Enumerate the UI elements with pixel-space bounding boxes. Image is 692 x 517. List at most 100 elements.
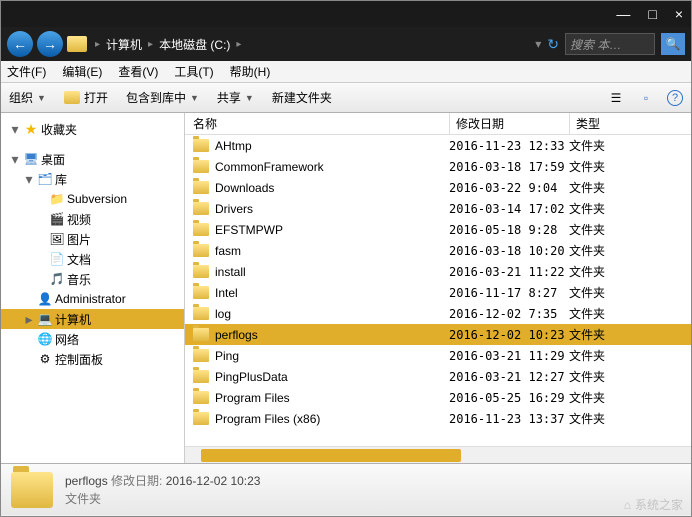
- file-row[interactable]: Ping2016-03-21 11:29文件夹: [185, 345, 691, 366]
- chevron-right-icon: ▸: [95, 39, 100, 50]
- file-row[interactable]: Program Files (x86)2016-11-23 13:37文件夹: [185, 408, 691, 429]
- file-row[interactable]: install2016-03-21 11:22文件夹: [185, 261, 691, 282]
- file-row[interactable]: AHtmp2016-11-23 12:33文件夹: [185, 135, 691, 156]
- file-name: Intel: [215, 286, 238, 300]
- chevron-down-icon[interactable]: ▾: [535, 37, 541, 51]
- tree-item[interactable]: 🎵音乐: [1, 269, 184, 289]
- tree-network[interactable]: 🌐网络: [1, 329, 184, 349]
- maximize-button[interactable]: □: [648, 6, 656, 22]
- tree-favorites[interactable]: ▾ ★ 收藏夹: [1, 119, 184, 139]
- file-row[interactable]: Program Files2016-05-25 16:29文件夹: [185, 387, 691, 408]
- folder-icon: [193, 244, 209, 257]
- view-options-icon[interactable]: ☰: [607, 89, 625, 107]
- file-row[interactable]: PingPlusData 2016-03-21 12:27文件夹: [185, 366, 691, 387]
- back-button[interactable]: ←: [7, 31, 33, 57]
- preview-pane-icon[interactable]: ▫: [637, 89, 655, 107]
- file-name: PingPlusData: [215, 370, 288, 384]
- file-type: 文件夹: [569, 368, 649, 385]
- tree-control-panel[interactable]: ⚙控制面板: [1, 349, 184, 369]
- file-list[interactable]: AHtmp2016-11-23 12:33文件夹CommonFramework2…: [185, 135, 691, 446]
- file-type: 文件夹: [569, 347, 649, 364]
- tree-item[interactable]: 🎬视频: [1, 209, 184, 229]
- folder-icon: [193, 328, 209, 341]
- file-row[interactable]: log2016-12-02 7:35文件夹: [185, 303, 691, 324]
- expand-icon[interactable]: ▸: [23, 313, 35, 325]
- search-input[interactable]: 搜索 本…: [565, 33, 655, 55]
- chevron-right-icon: ▸: [148, 39, 153, 50]
- folder-icon: [67, 36, 87, 52]
- collapse-icon[interactable]: ▾: [9, 123, 21, 135]
- file-row[interactable]: perflogs2016-12-02 10:23文件夹: [185, 324, 691, 345]
- folder-icon: [193, 223, 209, 236]
- tree-item[interactable]: 📁Subversion: [1, 189, 184, 209]
- document-icon: 📄: [49, 251, 65, 267]
- folder-icon: [193, 286, 209, 299]
- file-date: 2016-03-21 12:27: [449, 370, 569, 384]
- computer-icon: 💻: [37, 311, 53, 327]
- column-name[interactable]: 名称: [193, 115, 449, 132]
- file-date: 2016-03-21 11:22: [449, 265, 569, 279]
- file-date: 2016-05-25 16:29: [449, 391, 569, 405]
- refresh-icon[interactable]: ↻: [547, 36, 559, 53]
- tree-item[interactable]: 📄文档: [1, 249, 184, 269]
- menu-help[interactable]: 帮助(H): [230, 63, 271, 80]
- horizontal-scrollbar[interactable]: [185, 446, 691, 463]
- breadcrumb-item[interactable]: 本地磁盘 (C:): [159, 36, 230, 53]
- breadcrumb-item[interactable]: 计算机: [106, 36, 142, 53]
- file-type: 文件夹: [569, 179, 649, 196]
- file-date: 2016-03-18 10:20: [449, 244, 569, 258]
- file-row[interactable]: EFSTMPWP2016-05-18 9:28文件夹: [185, 219, 691, 240]
- folder-icon: [193, 307, 209, 320]
- navigation-bar: ← → ▸ 计算机 ▸ 本地磁盘 (C:) ▸ ▾ ↻ 搜索 本… 🔍: [1, 27, 691, 61]
- tree-admin[interactable]: 👤Administrator: [1, 289, 184, 309]
- file-name: Ping: [215, 349, 239, 363]
- minimize-button[interactable]: —: [616, 6, 630, 22]
- file-row[interactable]: Intel2016-11-17 8:27文件夹: [185, 282, 691, 303]
- file-name: log: [215, 307, 231, 321]
- file-name: CommonFramework: [215, 160, 324, 174]
- folder-icon: 📁: [49, 191, 65, 207]
- scrollbar-thumb[interactable]: [201, 449, 461, 462]
- tree-library[interactable]: ▾ 🗂 库: [1, 169, 184, 189]
- file-name: perflogs: [215, 328, 258, 342]
- file-date: 2016-11-23 12:33: [449, 139, 569, 153]
- user-icon: 👤: [37, 291, 53, 307]
- details-type: 文件夹: [65, 490, 260, 508]
- file-row[interactable]: fasm2016-03-18 10:20文件夹: [185, 240, 691, 261]
- column-date[interactable]: 修改日期: [449, 113, 569, 134]
- file-type: 文件夹: [569, 200, 649, 217]
- file-list-pane: 名称 修改日期 类型 AHtmp 2016-11-23 12:33 文件夹 Commo…: [185, 113, 691, 463]
- column-type[interactable]: 类型: [569, 113, 649, 134]
- search-button[interactable]: 🔍: [661, 33, 685, 55]
- close-button[interactable]: ×: [675, 6, 683, 22]
- music-icon: 🎵: [49, 271, 65, 287]
- menu-view[interactable]: 查看(V): [118, 63, 158, 80]
- folder-icon: [193, 265, 209, 278]
- file-row[interactable]: CommonFramework2016-03-18 17:59文件夹: [185, 156, 691, 177]
- menu-tools[interactable]: 工具(T): [174, 63, 213, 80]
- tree-computer[interactable]: ▸ 💻 计算机: [1, 309, 184, 329]
- forward-button[interactable]: →: [37, 31, 63, 57]
- new-folder-button[interactable]: 新建文件夹: [272, 89, 332, 106]
- file-type: 文件夹: [569, 221, 649, 238]
- library-icon: 🗂: [37, 171, 53, 187]
- file-row[interactable]: Drivers2016-03-14 17:02文件夹: [185, 198, 691, 219]
- menu-bar: 文件(F) 编辑(E) 查看(V) 工具(T) 帮助(H): [1, 61, 691, 83]
- folder-icon: [193, 391, 209, 404]
- help-icon[interactable]: ?: [667, 90, 683, 106]
- include-library-button[interactable]: 包含到库中▼: [126, 89, 199, 106]
- folder-icon: [193, 412, 209, 425]
- menu-edit[interactable]: 编辑(E): [62, 63, 102, 80]
- file-row[interactable]: Downloads2016-03-22 9:04文件夹: [185, 177, 691, 198]
- tree-desktop[interactable]: ▾ 🖥 桌面: [1, 149, 184, 169]
- open-button[interactable]: 打开: [64, 89, 108, 106]
- tree-item[interactable]: 🖼图片: [1, 229, 184, 249]
- collapse-icon[interactable]: ▾: [9, 153, 21, 165]
- file-name: AHtmp: [215, 139, 252, 153]
- breadcrumb[interactable]: ▸ 计算机 ▸ 本地磁盘 (C:) ▸: [95, 36, 241, 53]
- share-button[interactable]: 共享▼: [217, 89, 254, 106]
- details-mod-label: 修改日期:: [111, 474, 162, 488]
- collapse-icon[interactable]: ▾: [23, 173, 35, 185]
- organize-button[interactable]: 组织▼: [9, 89, 46, 106]
- menu-file[interactable]: 文件(F): [7, 63, 46, 80]
